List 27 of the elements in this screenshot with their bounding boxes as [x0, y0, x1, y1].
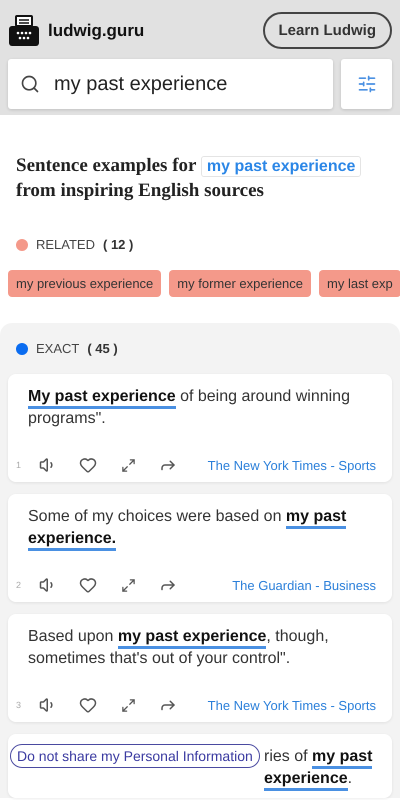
line-number: 1	[16, 460, 22, 470]
learn-button[interactable]: Learn Ludwig	[262, 12, 392, 49]
typewriter-icon	[8, 14, 40, 46]
example-sentence: ries of my past experience.	[264, 746, 376, 790]
source-link[interactable]: The New York Times - Sports	[208, 458, 376, 472]
section-count: ( 12 )	[103, 237, 134, 252]
related-chip[interactable]: my former experience	[169, 270, 312, 297]
site-name[interactable]: ludwig.guru	[48, 20, 254, 40]
search-box[interactable]: my past experience	[8, 59, 333, 109]
page-heading: Sentence examples for my past experience from inspiring English sources	[16, 153, 384, 203]
related-chip[interactable]: my last exp	[319, 270, 400, 297]
search-field[interactable]: my past experience	[52, 72, 321, 96]
example-sentence: My past experience of being around winning programs".	[28, 387, 351, 429]
filter-button[interactable]	[341, 59, 392, 109]
line-number: 3	[16, 700, 22, 710]
search-icon	[20, 74, 40, 94]
section-count: ( 45 )	[87, 341, 118, 356]
section-label: EXACT	[36, 341, 80, 356]
related-chip[interactable]: my previous experience	[8, 270, 162, 297]
sliders-icon	[356, 74, 376, 94]
example-sentence: Based upon my past experience, though, sometimes that's out of your control".	[28, 627, 330, 669]
privacy-link[interactable]: Do not share my Personal Information	[10, 744, 260, 768]
source-link[interactable]: The Guardian - Business	[232, 578, 376, 592]
example-sentence: Some of my choices were based on my past experience.	[28, 506, 376, 550]
line-number: 2	[16, 580, 22, 590]
source-link[interactable]: The New York Times - Sports	[208, 698, 376, 712]
section-label: RELATED	[36, 237, 95, 252]
